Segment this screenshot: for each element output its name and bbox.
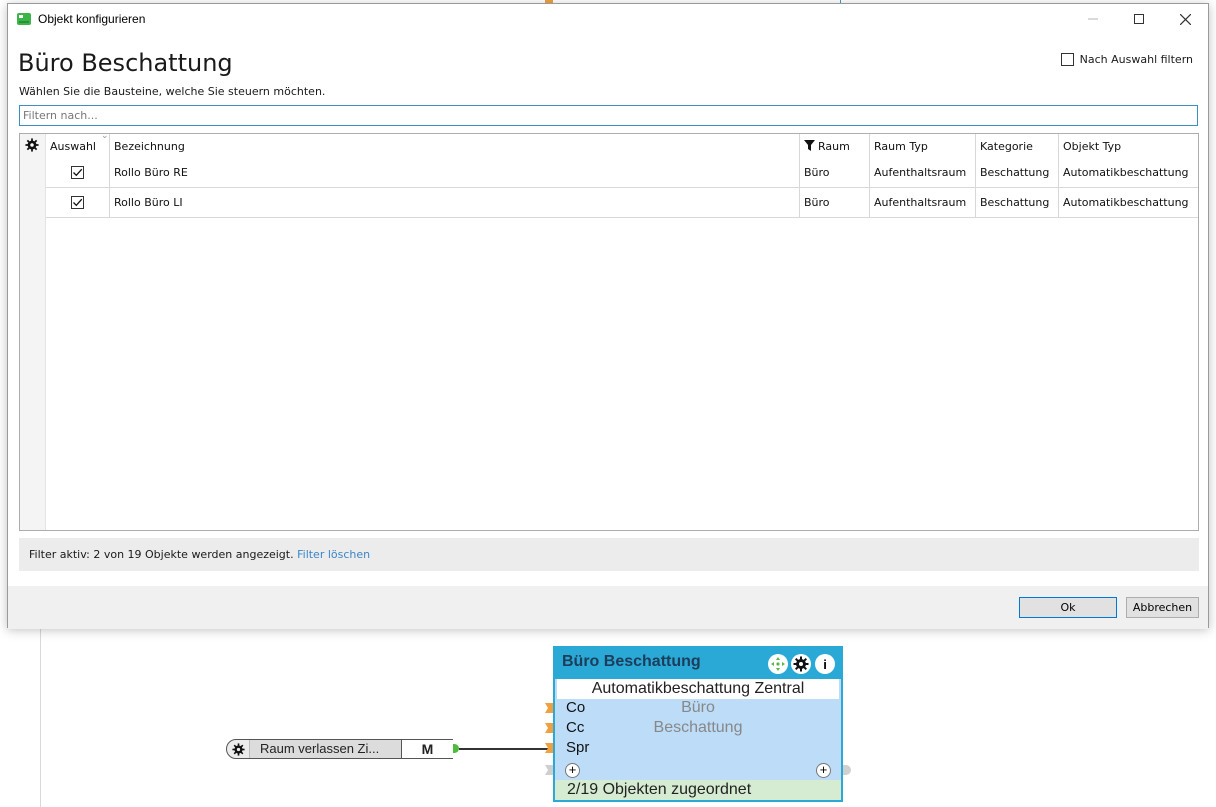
page-title: Büro Beschattung [18,49,233,77]
filter-by-selection-checkbox[interactable] [1060,53,1074,66]
row-select-cell[interactable] [46,188,109,217]
close-button[interactable] [1162,4,1208,34]
add-output-button[interactable]: + [816,763,831,778]
cell-objekt-typ: Automatikbeschattung [1063,196,1189,209]
canvas-gridline [40,628,41,807]
checkbox-checked-icon[interactable] [71,166,84,179]
logic-node-raum-verlassen[interactable]: Raum verlassen Zi... M [226,739,459,759]
move-icon [771,657,785,671]
cell-kategorie: Beschattung [980,196,1050,209]
node-room-text: Büro [681,699,715,716]
column-header-auswahl[interactable]: ⌄ Auswahl [46,131,109,158]
gear-icon[interactable] [232,743,245,756]
checkbox-checked-icon[interactable] [71,196,84,209]
cell-raum: Büro [804,166,830,179]
column-header-raum-typ[interactable]: Raum Typ [870,134,975,158]
title-bar[interactable]: Objekt konfigurieren [8,4,1208,34]
maximize-button[interactable] [1116,4,1162,34]
node-header[interactable]: Büro Beschattung i [555,648,841,679]
column-header-raum[interactable]: Raum [800,134,869,158]
table-row[interactable]: Rollo Büro RE Büro Aufenthaltsraum Besch… [46,158,1198,188]
minimize-icon [1088,18,1098,20]
instruction-text: Wählen Sie die Bausteine, welche Sie ste… [19,85,326,98]
dialog-content: Büro Beschattung Wählen Sie die Baustein… [8,34,1208,586]
node-label: Raum verlassen Zi... [249,740,401,758]
app-icon [17,13,31,25]
input-label-spr: Spr [566,739,590,756]
node-settings-button[interactable] [791,654,811,674]
sort-caret-icon: ⌄ [101,131,109,141]
node-body: Raum verlassen Zi... M [226,739,453,759]
filter-by-selection-label: Nach Auswahl filtern [1079,53,1193,66]
logic-node-buero-beschattung[interactable]: Büro Beschattung i Automatikbeschattung … [553,646,843,802]
cell-bezeichnung: Rollo Büro RE [114,166,188,179]
column-header-bezeichnung[interactable]: Bezeichnung [110,134,799,158]
node-category-text: Beschattung [653,719,743,736]
window-title: Objekt konfigurieren [38,12,146,26]
close-icon [1179,13,1191,25]
node-mode: M [401,740,453,758]
dialog-footer: Ok Abbrechen [8,586,1208,629]
info-icon[interactable]: i [815,654,835,674]
cell-objekt-typ: Automatikbeschattung [1063,166,1189,179]
table-row[interactable]: Rollo Büro LI Büro Aufenthaltsraum Besch… [46,188,1198,218]
filter-funnel-icon [804,140,815,151]
gear-icon[interactable] [25,138,39,152]
object-config-dialog: Objekt konfigurieren Büro Beschattung Wä… [7,3,1209,629]
objects-table: ⌄ Auswahl Bezeichnung Raum Raum Typ Kate… [19,131,1199,531]
move-button[interactable] [768,654,788,674]
filter-status-bar: Filter aktiv: 2 von 19 Objekte werden an… [19,538,1199,571]
cell-kategorie: Beschattung [980,166,1050,179]
column-header-kategorie[interactable]: Kategorie [976,134,1058,158]
cell-raum-typ: Aufenthaltsraum [874,196,967,209]
filter-input[interactable] [19,105,1198,126]
filter-status-text: Filter aktiv: 2 von 19 Objekte werden an… [29,548,294,561]
node-subtitle: Automatikbeschattung Zentral [557,679,839,699]
cancel-button[interactable]: Abbrechen [1126,597,1199,618]
clear-filter-link[interactable]: Filter löschen [297,548,370,561]
row-select-cell[interactable] [46,158,109,187]
cell-raum-typ: Aufenthaltsraum [874,166,967,179]
cell-bezeichnung: Rollo Büro LI [114,196,183,209]
cell-raum: Büro [804,196,830,209]
maximize-icon [1134,14,1144,24]
add-input-button[interactable]: + [565,763,580,778]
row-header-gutter [20,134,46,530]
gear-icon [793,656,809,672]
node-assignment-status: 2/19 Objekten zugeordnet [555,780,841,800]
filter-by-selection-toggle[interactable]: Nach Auswahl filtern [1060,53,1193,66]
column-header-objekt-typ[interactable]: Objekt Typ [1059,134,1199,158]
connection-wire[interactable] [459,748,549,750]
ok-button[interactable]: Ok [1019,597,1117,618]
minimize-button[interactable] [1070,4,1116,34]
output-port-empty[interactable] [843,765,851,775]
node-title: Büro Beschattung [562,653,701,670]
